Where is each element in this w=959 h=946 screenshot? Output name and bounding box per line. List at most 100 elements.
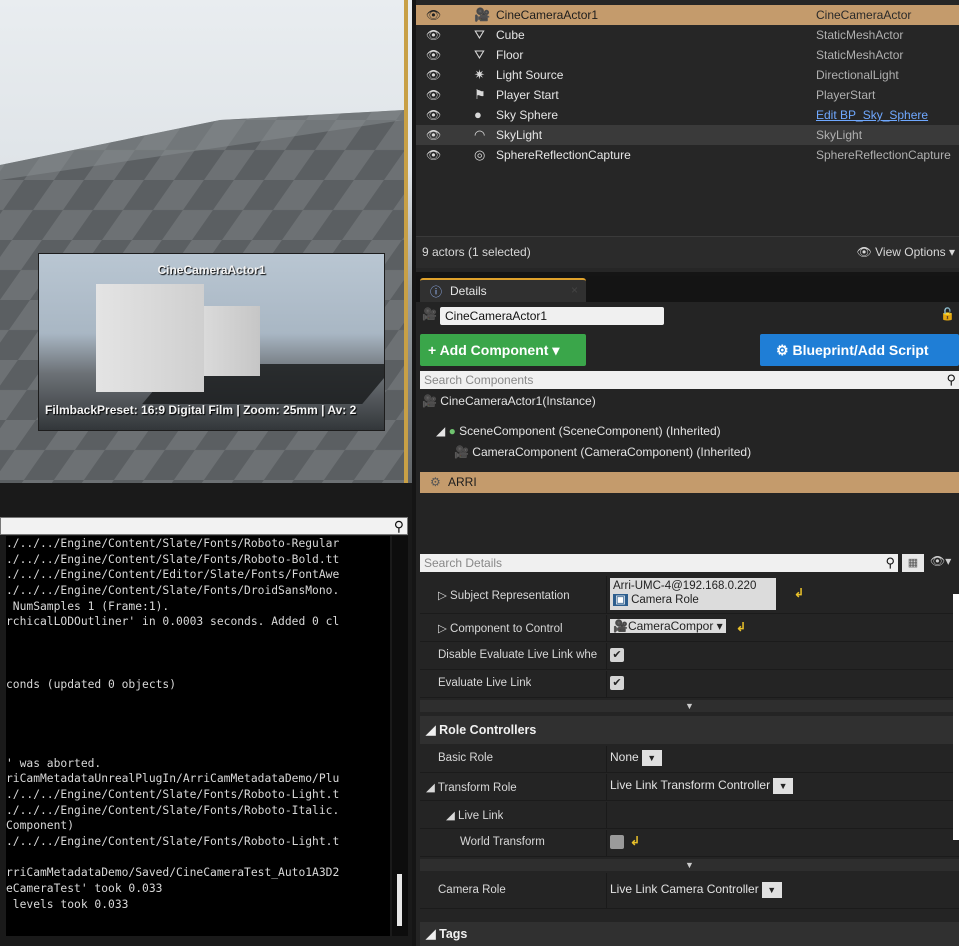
prop-camera-role: Camera Role Live Link Camera Controller ▼ [420, 873, 959, 909]
prop-name: ▷ Subject Representation [438, 590, 570, 602]
log-line: eCameraTest' took 0.033 [6, 882, 163, 896]
search-details-placeholder: Search Details [424, 556, 503, 570]
log-line: levels took 0.033 [6, 897, 129, 911]
outliner-row[interactable]: 👁 ● Sky Sphere Edit BP_Sky_Sphere [416, 105, 959, 125]
log-scrollbar[interactable] [392, 536, 408, 936]
component-to-control-dropdown[interactable]: 🎥CameraCompor ▾ [610, 619, 726, 633]
category-role-controllers[interactable]: ◢ Role Controllers [420, 716, 959, 744]
scene-component-icon: ● [448, 424, 456, 438]
search-components-input[interactable]: Search Components ⚲ [420, 371, 959, 389]
camera-component-icon: 🎥 [454, 445, 469, 459]
outliner-row[interactable]: 👁 ◎ SphereReflectionCapture SphereReflectio… [416, 145, 959, 165]
log-scroll-thumb[interactable] [397, 874, 402, 926]
log-line: riCamMetadataUnrealPlugIn/ArriCamMetadat… [6, 772, 340, 786]
component-arri-row[interactable]: ⚙ ARRI [420, 472, 959, 493]
log-line: conds (updated 0 objects) [6, 678, 177, 692]
prop-name: ◢ Transform Role [426, 782, 517, 794]
outliner-row[interactable]: 👁 🎥 CineCameraActor1 CineCameraActor [416, 5, 959, 25]
outliner-row-type: CineCameraActor [816, 8, 912, 22]
component-to-control-value: CameraCompor [627, 619, 714, 633]
component-scene-row[interactable]: ◢ ● SceneComponent (SceneComponent) (Inh… [436, 424, 721, 438]
eye-icon[interactable]: 👁▾ [930, 554, 951, 568]
component-instance-row[interactable]: 🎥 CineCameraActor1(Instance) [422, 394, 596, 408]
prop-live-link: ◢ Live Link [420, 802, 959, 829]
outliner-row-label: Player Start [496, 88, 559, 102]
component-camera-row[interactable]: 🎥 CameraComponent (CameraComponent) (Inh… [454, 445, 751, 459]
actors-count: 9 actors (1 selected) [422, 245, 531, 259]
outliner-row[interactable]: 👁 ⛛ Cube StaticMeshActor [416, 25, 959, 45]
view-options-button[interactable]: 👁 View Options ▾ [857, 245, 955, 259]
basic-role-value: None [610, 750, 639, 765]
camera-role-dropdown[interactable]: Live Link Camera Controller ▼ [610, 882, 782, 898]
advanced-expander[interactable]: ▼ [420, 700, 959, 712]
log-text-area[interactable]: ./../../Engine/Content/Slate/Fonts/Robot… [6, 536, 390, 936]
transform-role-dropdown[interactable]: Live Link Transform Controller ▼ [610, 778, 794, 794]
property-matrix-icon[interactable]: ▦ [902, 554, 924, 572]
visibility-eye-icon[interactable]: 👁 [426, 145, 441, 165]
disable-evaluate-label: Disable Evaluate Live Link whe [438, 649, 598, 661]
blueprint-add-script-button[interactable]: ⚙ Blueprint/Add Script [760, 334, 959, 366]
blueprint-icon: ⚙ [776, 342, 789, 358]
world-transform-value: ↲ [610, 834, 640, 849]
role-controllers-label: Role Controllers [439, 723, 537, 737]
plus-icon: + [428, 342, 437, 358]
category-tags[interactable]: ◢ Tags [420, 922, 959, 946]
camera-role-icon: ▣ [613, 594, 628, 606]
lock-icon[interactable]: 🔓 [940, 307, 955, 321]
preview-filmback-info: FilmbackPreset: 16:9 Digital Film | Zoom… [45, 403, 357, 417]
close-icon[interactable]: × [571, 283, 578, 297]
visibility-eye-icon[interactable]: 👁 [426, 85, 441, 105]
world-outliner: 👁 🎥 CineCameraActor1 CineCameraActor 👁 ⛛ Cube S… [416, 0, 959, 272]
preview-title: CineCameraActor1 [157, 263, 266, 277]
log-search-input[interactable]: ⚲ [0, 517, 408, 535]
level-viewport[interactable]: CineCameraActor1 FilmbackPreset: 16:9 Di… [0, 0, 412, 483]
disable-evaluate-value: ✔ [610, 647, 624, 662]
outliner-row-type[interactable]: Edit BP_Sky_Sphere [816, 105, 928, 125]
log-line: ' was aborted. [6, 756, 102, 770]
actor-name-field[interactable]: CineCameraActor1 [440, 307, 664, 325]
advanced-expander[interactable]: ▼ [420, 859, 959, 871]
outliner-row-label: Light Source [496, 68, 564, 82]
camera-role-label: Camera Role [438, 884, 506, 896]
tab-details[interactable]: ⓘ Details × [420, 278, 586, 302]
evaluate-live-link-checkbox[interactable]: ✔ [610, 675, 624, 690]
outliner-row[interactable]: 👁 ◠ SkyLight SkyLight [416, 125, 959, 145]
outliner-row-label: Sky Sphere [496, 108, 559, 122]
outliner-row[interactable]: 👁 ✷ Light Source DirectionalLight [416, 65, 959, 85]
output-log-panel: ⚲ ./../../Engine/Content/Slate/Fonts/Rob… [0, 483, 412, 946]
disable-evaluate-checkbox[interactable]: ✔ [610, 647, 624, 662]
outliner-row-type: StaticMeshActor [816, 48, 904, 62]
prop-component-to-control: ▷ Component to Control 🎥CameraCompor ▾ ↲ [420, 615, 959, 642]
basic-role-dropdown[interactable]: None ▼ [610, 750, 662, 766]
subject-dropdown[interactable]: Arri-UMC-4@192.168.0.220 ▣ Camera Role [610, 578, 776, 610]
reset-to-default-icon[interactable]: ↲ [794, 586, 804, 600]
camera-role-chip: ▣ Camera Role [613, 593, 773, 607]
instance-label: CineCameraActor1(Instance) [440, 394, 596, 408]
visibility-eye-icon[interactable]: 👁 [426, 25, 441, 45]
reset-to-default-icon[interactable]: ↲ [630, 834, 640, 848]
visibility-eye-icon[interactable]: 👁 [426, 125, 441, 145]
visibility-eye-icon[interactable]: 👁 [426, 45, 441, 65]
static-mesh-icon: ⛛ [474, 47, 485, 62]
search-components-placeholder: Search Components [424, 373, 534, 387]
visibility-eye-icon[interactable]: 👁 [426, 105, 441, 125]
reset-to-default-icon[interactable]: ↲ [736, 620, 746, 634]
log-line: ./../../Engine/Content/Slate/Fonts/Robot… [6, 537, 340, 550]
add-component-button[interactable]: + Add Component ▾ [420, 334, 586, 366]
search-details-input[interactable]: Search Details ⚲ [420, 554, 898, 572]
visibility-eye-icon[interactable]: 👁 [426, 65, 441, 85]
outliner-row[interactable]: 👁 ⛛ Floor StaticMeshActor [416, 45, 959, 65]
visibility-eye-icon[interactable]: 👁 [426, 5, 441, 25]
outliner-row-type: StaticMeshActor [816, 28, 904, 42]
chevron-down-icon: ▾ [948, 245, 955, 259]
log-line: ./../../Engine/Content/Slate/Fonts/Robot… [6, 788, 340, 801]
world-transform-checkbox[interactable] [610, 834, 624, 849]
outliner-row[interactable]: 👁 ⚑ Player Start PlayerStart [416, 85, 959, 105]
log-line: ./../../Engine/Content/Slate/Fonts/Robot… [6, 803, 340, 817]
add-component-label: Add Component [439, 342, 549, 358]
